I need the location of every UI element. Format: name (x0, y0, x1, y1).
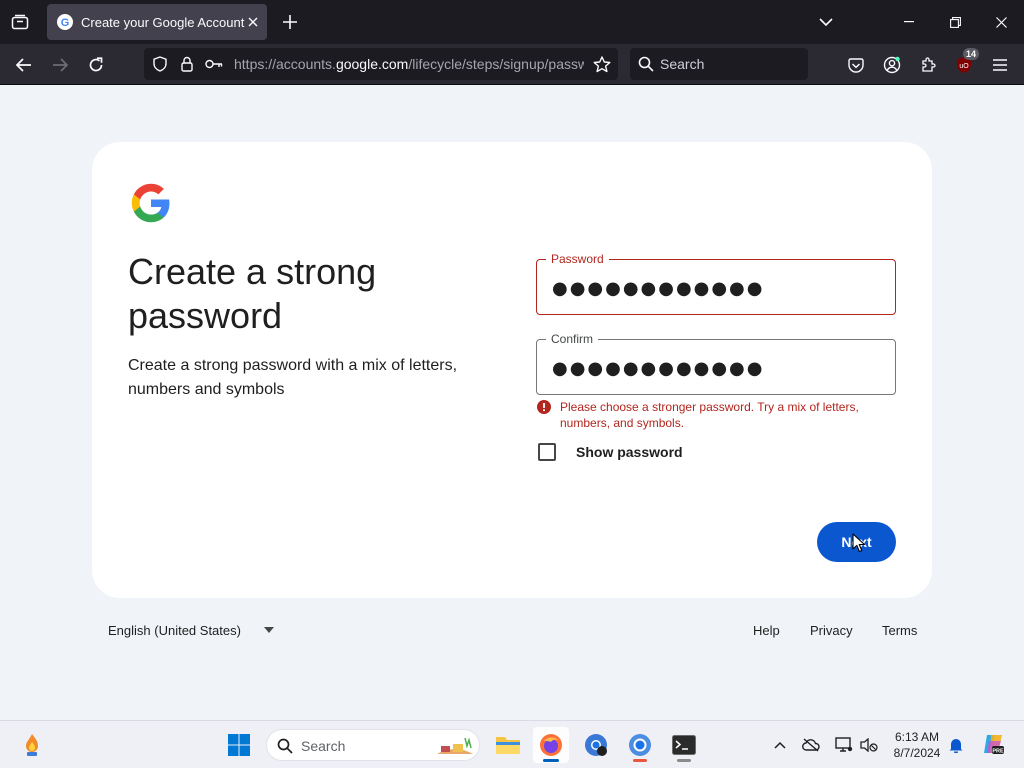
svg-text:G: G (61, 17, 70, 29)
page-footer: English (United States) Help Privacy Ter… (0, 620, 1024, 642)
search-icon (636, 54, 656, 74)
windows-taskbar: Search 6:13 AM 8/7/2024 PRE (0, 720, 1024, 768)
privacy-link[interactable]: Privacy (810, 623, 853, 638)
caret-down-icon[interactable] (264, 627, 274, 633)
minimize-icon[interactable] (886, 0, 932, 44)
start-windows-icon[interactable] (221, 727, 257, 763)
taskbar-search[interactable]: Search (266, 729, 480, 761)
help-link[interactable]: Help (753, 623, 780, 638)
svg-text:PRE: PRE (992, 749, 1004, 755)
chrome-running-indicator (633, 759, 647, 762)
clock-time: 6:13 AM (894, 730, 940, 744)
lock-icon[interactable] (177, 54, 197, 74)
terminal-taskbar-icon[interactable] (666, 727, 702, 763)
onedrive-offline-icon[interactable] (801, 735, 821, 755)
account-icon[interactable] (879, 52, 905, 78)
terms-link[interactable]: Terms (882, 623, 917, 638)
new-tab-icon[interactable] (278, 10, 302, 34)
show-password-toggle[interactable]: Show password (538, 442, 683, 462)
widgets-icon[interactable] (14, 727, 50, 763)
page-subtitle: Create a strong password with a mix of l… (128, 357, 458, 398)
tab-close-icon[interactable] (244, 12, 261, 32)
browser-tab-strip: G Create your Google Account (0, 0, 1024, 44)
show-password-checkbox[interactable] (538, 443, 556, 461)
browser-tab-active[interactable]: G Create your Google Account (47, 4, 267, 40)
firefox-taskbar-icon[interactable] (533, 727, 569, 763)
clock-date: 8/7/2024 (893, 746, 941, 760)
error-message: Please choose a stronger password. Try a… (560, 400, 859, 430)
display-network-icon[interactable] (834, 735, 854, 755)
copilot-icon[interactable]: PRE (980, 731, 1006, 757)
show-password-label[interactable]: Show password (576, 444, 683, 460)
system-clock[interactable]: 6:13 AM 8/7/2024 (886, 729, 948, 761)
back-arrow-icon[interactable] (11, 52, 37, 78)
close-window-icon[interactable] (978, 0, 1024, 44)
password-field[interactable]: Password (536, 251, 896, 315)
mouse-pointer-icon (852, 533, 866, 553)
error-icon (537, 400, 551, 414)
confirm-label: Confirm (546, 331, 599, 347)
hamburger-menu-icon[interactable] (987, 52, 1013, 78)
firefox-active-indicator (543, 759, 559, 762)
search-highlight-illustration-icon (437, 737, 473, 754)
ublock-extension-icon[interactable]: uO 14 (951, 48, 979, 78)
taskbar-search-icon (277, 738, 293, 754)
notification-bell-icon[interactable] (946, 735, 966, 755)
google-logo-icon (131, 183, 170, 223)
language-select[interactable]: English (United States) (108, 623, 241, 638)
search-placeholder: Search (660, 56, 705, 72)
signup-card: Create a strong password Create a strong… (92, 142, 932, 598)
url-bar[interactable]: https://accounts.google.com/lifecycle/st… (144, 48, 618, 80)
reload-icon[interactable] (83, 52, 109, 78)
confirm-input[interactable] (552, 357, 872, 379)
volume-muted-icon[interactable] (859, 735, 879, 755)
google-favicon-icon: G (57, 14, 73, 30)
extension-badge-count: 14 (962, 48, 979, 60)
extensions-puzzle-icon[interactable] (915, 52, 941, 78)
list-all-tabs-icon[interactable] (814, 10, 838, 34)
chrome-taskbar-icon[interactable] (622, 727, 658, 763)
restore-icon[interactable] (932, 0, 978, 44)
permissions-key-icon[interactable] (204, 54, 224, 74)
svg-text:uO: uO (959, 63, 969, 70)
tab-list-icon[interactable] (8, 10, 32, 34)
browser-navigation-bar: https://accounts.google.com/lifecycle/st… (0, 44, 1024, 85)
page-title: Create a strong password (128, 251, 377, 336)
forward-arrow-icon[interactable] (47, 52, 73, 78)
password-input[interactable] (552, 277, 872, 299)
tab-title: Create your Google Account (81, 14, 245, 30)
pocket-icon[interactable] (843, 52, 869, 78)
taskbar-search-placeholder: Search (301, 738, 346, 754)
chrome-profile-taskbar-icon[interactable] (578, 727, 614, 763)
url-text[interactable]: https://accounts.google.com/lifecycle/st… (234, 56, 584, 72)
confirm-field[interactable]: Confirm (536, 331, 896, 395)
chevron-up-icon[interactable] (770, 735, 790, 755)
password-label: Password (546, 251, 609, 267)
file-explorer-icon[interactable] (490, 727, 526, 763)
terminal-running-indicator (677, 759, 691, 762)
bookmark-star-icon[interactable] (592, 54, 612, 74)
shield-icon[interactable] (150, 54, 170, 74)
browser-search-bar[interactable]: Search (630, 48, 808, 80)
